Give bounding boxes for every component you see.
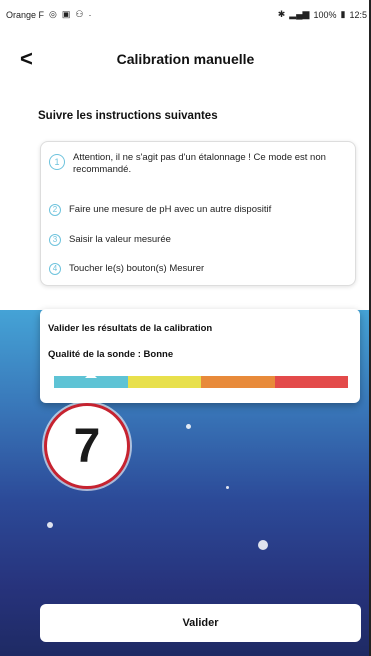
- instruction-step-1: 1 Attention, il ne s'agit pas d'un étalo…: [49, 152, 339, 176]
- dot-icon: ·: [88, 9, 92, 20]
- status-right: ✱ ▂▄▆ 100% ▮ 12:5: [278, 9, 367, 20]
- signal-icon: ▂▄▆: [289, 9, 310, 19]
- carrier-label: Orange F: [6, 9, 45, 20]
- quality-indicator-icon: [84, 372, 97, 378]
- bubble: [226, 486, 229, 489]
- instruction-step-3: 3 Saisir la valeur mesurée: [49, 234, 171, 246]
- calibration-results-card: Valider les résultats de la calibration …: [40, 309, 360, 403]
- clock: 12:5: [349, 9, 367, 20]
- quality-segment-4: [274, 376, 348, 388]
- instructions-card: 1 Attention, il ne s'agit pas d'un étalo…: [40, 141, 356, 286]
- step-text: Toucher le(s) bouton(s) Mesurer: [69, 263, 205, 274]
- bluetooth-icon: ✱: [277, 9, 286, 19]
- page-title: Calibration manuelle: [116, 51, 255, 67]
- phone-screen: Orange F ◎ ▣ ⚇ · ✱ ▂▄▆ 100% ▮ 12:5 < Cal…: [0, 0, 371, 656]
- battery-icon: ▮: [340, 9, 346, 19]
- step-number-badge: 2: [49, 204, 61, 216]
- instructions-title: Suivre les instructions suivantes: [38, 110, 218, 122]
- instruction-step-2: 2 Faire une mesure de pH avec un autre d…: [49, 204, 271, 216]
- quality-scale-bar: [54, 376, 348, 388]
- people-icon: ⚇: [75, 9, 84, 19]
- step-number-annotation: 7: [44, 403, 130, 489]
- status-bar: Orange F ◎ ▣ ⚇ · ✱ ▂▄▆ 100% ▮ 12:5: [0, 0, 369, 28]
- image-icon: ▣: [61, 9, 71, 19]
- instruction-step-4: 4 Toucher le(s) bouton(s) Mesurer: [49, 263, 204, 275]
- bubble: [47, 522, 53, 528]
- step-number-badge: 3: [49, 234, 61, 246]
- bubble: [186, 424, 191, 429]
- validate-button[interactable]: Valider: [40, 604, 361, 642]
- step-text: Faire une mesure de pH avec un autre dis…: [69, 204, 272, 215]
- bubble: [258, 540, 268, 550]
- status-left: Orange F ◎ ▣ ⚇ ·: [6, 9, 91, 20]
- quality-segment-3: [201, 376, 275, 388]
- app-bar: < Calibration manuelle: [0, 40, 369, 84]
- quality-segment-2: [127, 376, 201, 388]
- annotation-number: 7: [73, 419, 101, 473]
- step-number-badge: 4: [49, 263, 61, 275]
- step-text: Saisir la valeur mesurée: [69, 234, 171, 245]
- step-text: Attention, il ne s'agit pas d'un étalonn…: [73, 152, 326, 175]
- notification-icon: ◎: [49, 9, 57, 19]
- step-number-badge: 1: [49, 154, 65, 170]
- probe-quality-label: Qualité de la sonde : Bonne: [48, 349, 174, 360]
- results-title: Valider les résultats de la calibration: [48, 323, 213, 334]
- battery-percent: 100%: [313, 9, 337, 20]
